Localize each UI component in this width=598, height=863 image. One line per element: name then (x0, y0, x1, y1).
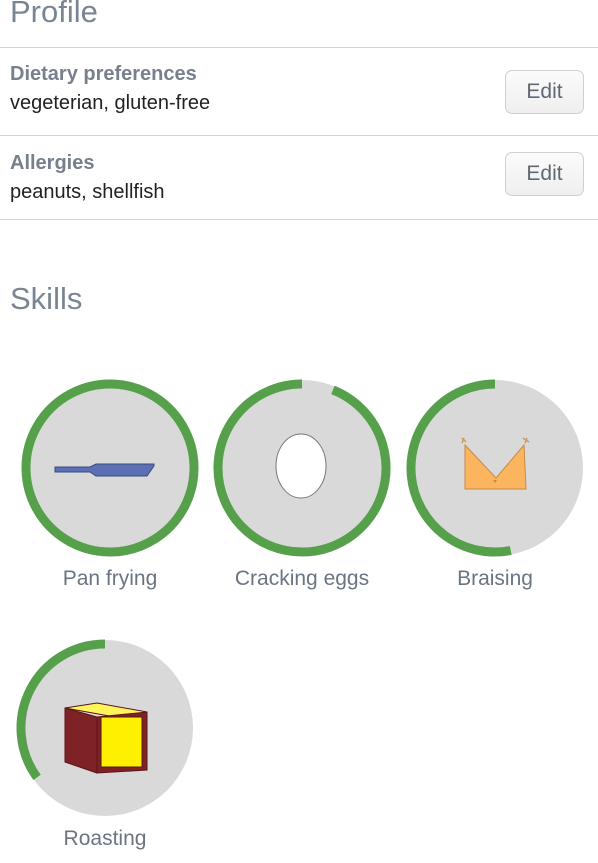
edit-allergies-button[interactable]: Edit (505, 152, 584, 196)
skills-title: Skills (10, 281, 83, 316)
skill-pan-frying[interactable]: Pan frying (20, 378, 200, 598)
roasting-box-icon (64, 702, 148, 774)
skill-name: Cracking eggs (234, 567, 370, 590)
divider (0, 219, 598, 220)
allergies-label: Allergies (10, 152, 95, 174)
skill-cracking-eggs[interactable]: Cracking eggs (212, 378, 392, 598)
page-title: Profile (10, 0, 98, 29)
egg-icon (275, 433, 327, 499)
dietary-preferences-value: vegeterian, gluten-free (10, 92, 211, 114)
skill-roasting[interactable]: Roasting (15, 638, 195, 858)
edit-dietary-preferences-button[interactable]: Edit (505, 70, 584, 114)
skill-name: Pan frying (62, 567, 158, 590)
skill-name: Braising (457, 567, 533, 590)
allergies-value: peanuts, shellfish (10, 181, 165, 203)
dietary-preferences-label: Dietary preferences (10, 63, 197, 85)
dietary-preferences-row: Dietary preferences vegeterian, gluten-f… (0, 48, 598, 135)
skill-name: Roasting (63, 827, 147, 850)
braising-pot-icon (461, 437, 530, 490)
frying-pan-icon (54, 463, 155, 477)
allergies-row: Allergies peanuts, shellfish Edit (0, 136, 598, 219)
skill-braising[interactable]: Braising (405, 378, 585, 598)
